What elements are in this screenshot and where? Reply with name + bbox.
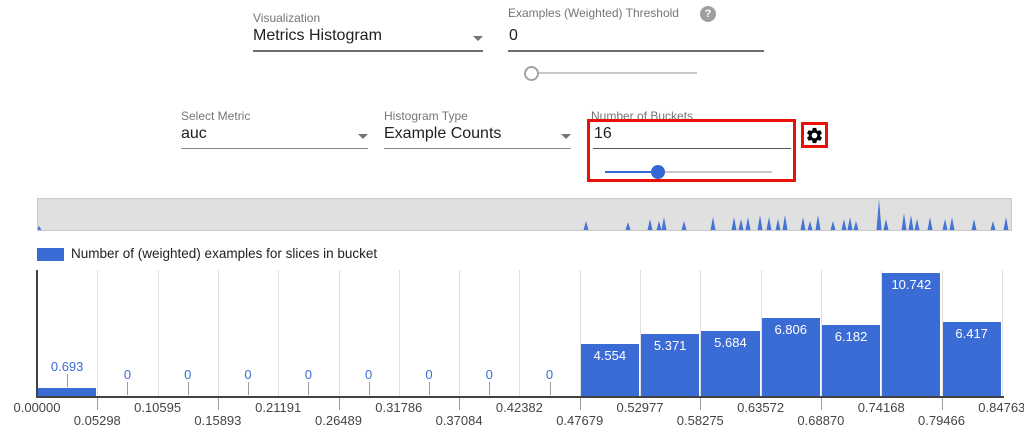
metrics-histogram-view: Visualization Metrics Histogram Examples… <box>0 0 1024 432</box>
bar-value-label: 0.693 <box>37 359 97 374</box>
x-axis-tick-label: 0.52977 <box>608 400 672 415</box>
x-axis-tick-label: 0.37084 <box>427 413 491 428</box>
x-axis-tick-label: 0.15893 <box>186 413 250 428</box>
x-axis-tick-label: 0.42382 <box>487 400 551 415</box>
bar-value-label: 0 <box>278 367 338 382</box>
x-axis-line <box>36 396 1004 398</box>
x-axis-tick <box>700 398 701 410</box>
bar-value-label: 0 <box>520 367 580 382</box>
x-axis-tick-label: 0.26489 <box>307 413 371 428</box>
x-axis-tick-label: 0.47679 <box>548 413 612 428</box>
x-axis-tick-label: 0.31786 <box>367 400 431 415</box>
x-axis-tick <box>339 398 340 410</box>
histogram-chart: 0.693000000004.5545.3715.6846.8066.18210… <box>0 0 1024 432</box>
x-axis-tick-label: 0.68870 <box>789 413 853 428</box>
bar-value-label: 0 <box>97 367 157 382</box>
bar-value-label: 4.554 <box>580 348 640 363</box>
x-axis-tick-label: 0.05298 <box>65 413 129 428</box>
bar-value-label: 6.417 <box>942 326 1002 341</box>
bar-value-label: 6.806 <box>761 322 821 337</box>
gridline <box>1002 270 1003 396</box>
bar-value-label: 0 <box>459 367 519 382</box>
x-axis-tick-label: 0.63572 <box>729 400 793 415</box>
x-axis-tick <box>97 398 98 410</box>
x-axis-tick-label: 0.00000 <box>5 400 69 415</box>
bar-value-label: 5.371 <box>640 338 700 353</box>
bar-label-stem <box>429 382 430 395</box>
bar-value-label: 0 <box>158 367 218 382</box>
x-axis-tick-label: 0.79466 <box>910 413 974 428</box>
x-axis-tick <box>942 398 943 410</box>
x-axis-tick <box>459 398 460 410</box>
bar-label-stem <box>248 382 249 395</box>
bar-label-stem <box>67 374 68 387</box>
bar-label-stem <box>188 382 189 395</box>
x-axis-tick <box>821 398 822 410</box>
x-axis-tick-label: 0.58275 <box>668 413 732 428</box>
x-axis-tick-label: 0.74168 <box>849 400 913 415</box>
x-axis-tick <box>580 398 581 410</box>
bar-label-stem <box>127 382 128 395</box>
bar-value-label: 5.684 <box>700 335 760 350</box>
bar-value-label: 0 <box>399 367 459 382</box>
y-axis-line <box>36 270 38 396</box>
histogram-bar[interactable] <box>38 388 96 396</box>
bar-value-label: 6.182 <box>821 329 881 344</box>
x-axis-tick <box>218 398 219 410</box>
bar-value-label: 0 <box>218 367 278 382</box>
bar-value-label: 0 <box>339 367 399 382</box>
bar-label-stem <box>308 382 309 395</box>
x-axis-tick-label: 0.84763 <box>970 400 1024 415</box>
bar-value-label: 10.742 <box>881 277 941 292</box>
bar-label-stem <box>369 382 370 395</box>
x-axis-tick-label: 0.10595 <box>126 400 190 415</box>
bar-label-stem <box>550 382 551 395</box>
bar-label-stem <box>489 382 490 395</box>
x-axis-tick-label: 0.21191 <box>246 400 310 415</box>
